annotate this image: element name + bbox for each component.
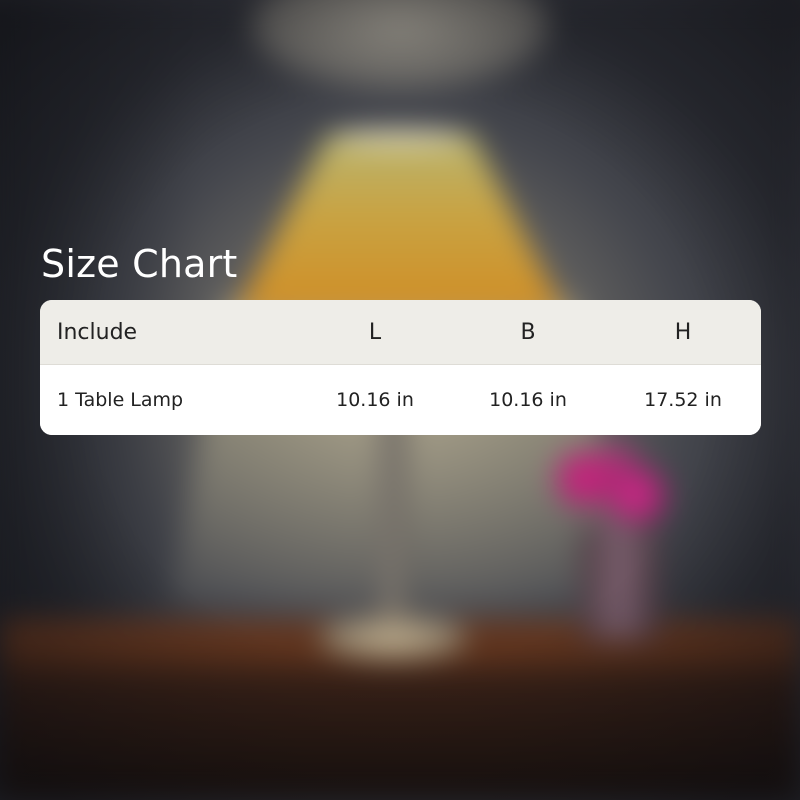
table-row: 1 Table Lamp 10.16 in 10.16 in 17.52 in xyxy=(40,365,761,435)
page-title: Size Chart xyxy=(41,242,238,286)
table-header-row: Include L B H xyxy=(40,300,761,365)
cell-length: 10.16 in xyxy=(336,389,414,411)
header-height: H xyxy=(674,319,692,345)
size-table: Include L B H 1 Table Lamp 10.16 in 10.1… xyxy=(40,300,761,435)
cell-breadth: 10.16 in xyxy=(489,389,567,411)
header-breadth: B xyxy=(520,319,536,345)
header-length: L xyxy=(368,319,382,345)
cell-height: 17.52 in xyxy=(644,389,722,411)
cell-item-name: 1 Table Lamp xyxy=(57,389,184,411)
header-include: Include xyxy=(57,319,138,345)
size-chart-scene: Size Chart Include L B H 1 Table Lamp 10… xyxy=(0,0,800,800)
